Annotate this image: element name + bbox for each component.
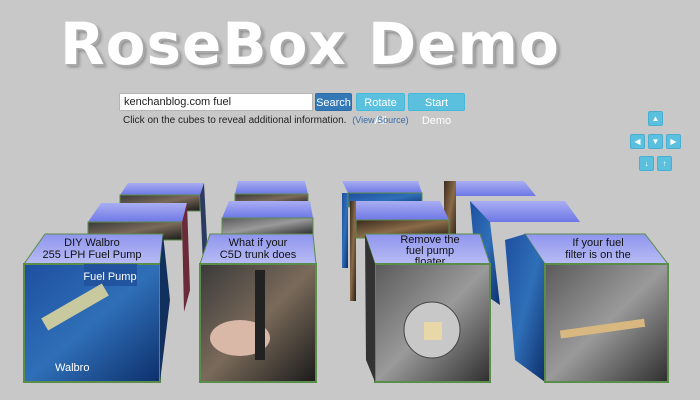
- cube-label: filter is on the: [565, 249, 630, 261]
- cube-top: [120, 183, 204, 195]
- cube-caption: Walbro: [55, 362, 89, 374]
- cube-top: [235, 181, 308, 194]
- photo-detail: [424, 322, 442, 340]
- cube[interactable]: What if your C5D trunk does: [199, 233, 317, 383]
- cube-label: C5D trunk does: [220, 249, 297, 261]
- cube-top: [222, 201, 313, 218]
- cube[interactable]: [221, 201, 314, 235]
- cube-top: [342, 181, 422, 193]
- cube[interactable]: DIY Walbro 255 LPH Fuel Pump Fuel Pump W…: [23, 233, 170, 383]
- cube[interactable]: Remove the fuel pump floater: [364, 233, 491, 383]
- cube-side: [342, 193, 348, 268]
- cube-label: If your fuel: [572, 237, 623, 249]
- cube-label: 255 LPH Fuel Pump: [42, 249, 141, 261]
- cube-top: [88, 203, 187, 222]
- cube-face: [221, 217, 314, 235]
- cube-side: [505, 234, 545, 382]
- cube-top: [350, 201, 449, 220]
- photo-detail: [255, 270, 265, 360]
- cube-caption: Fuel Pump: [83, 271, 136, 283]
- cube-side: [350, 201, 356, 301]
- cube-top: [444, 181, 536, 196]
- cube-side: [182, 203, 190, 312]
- cube-label: DIY Walbro: [64, 237, 120, 249]
- cube-grid: DIY Walbro 255 LPH Fuel Pump Fuel Pump W…: [23, 181, 670, 383]
- cube-face: [544, 263, 669, 383]
- cube-label: What if your: [229, 237, 288, 249]
- cube-side: [160, 234, 170, 382]
- cube[interactable]: If your fuel filter is on the: [505, 233, 670, 383]
